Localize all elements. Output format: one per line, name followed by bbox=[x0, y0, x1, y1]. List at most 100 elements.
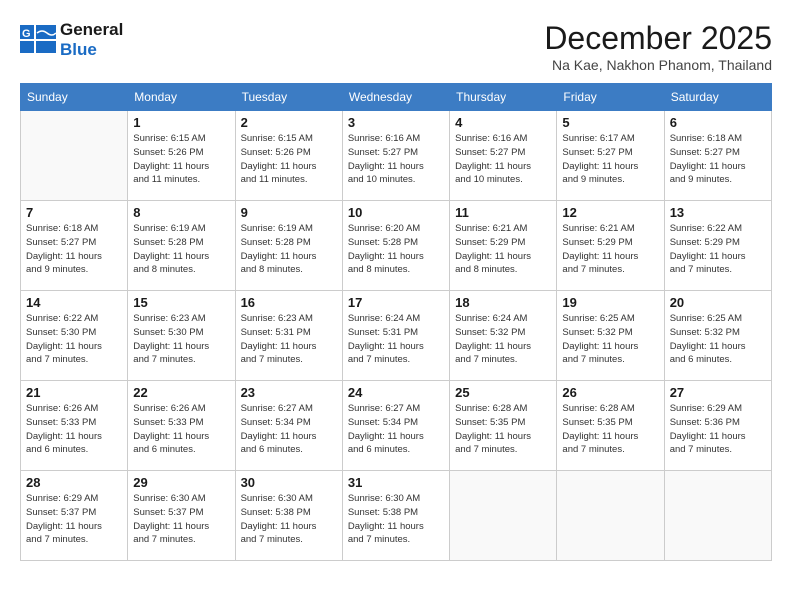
calendar-week-row: 7 Sunrise: 6:18 AMSunset: 5:27 PMDaylight… bbox=[21, 201, 772, 291]
calendar-cell: 26Sunrise: 6:28 AMSunset: 5:35 PMDayligh… bbox=[557, 381, 664, 471]
logo-general: General bbox=[60, 20, 123, 40]
col-wednesday: Wednesday bbox=[342, 84, 449, 111]
calendar-cell bbox=[450, 471, 557, 561]
calendar-cell: 19 Sunrise: 6:25 AMSunset: 5:32 PMDayligh… bbox=[557, 291, 664, 381]
day-number: 17 bbox=[348, 295, 444, 310]
calendar-cell: 24 Sunrise: 6:27 AMSunset: 5:34 PMDayligh… bbox=[342, 381, 449, 471]
col-thursday: Thursday bbox=[450, 84, 557, 111]
day-number: 2 bbox=[241, 115, 337, 130]
col-saturday: Saturday bbox=[664, 84, 771, 111]
day-info: Sunrise: 6:16 AMSunset: 5:27 PMDaylight:… bbox=[455, 132, 551, 187]
calendar-table: Sunday Monday Tuesday Wednesday Thursday… bbox=[20, 83, 772, 561]
day-number: 29 bbox=[133, 475, 229, 490]
day-info: Sunrise: 6:23 AMSunset: 5:31 PMDaylight:… bbox=[241, 312, 337, 367]
calendar-week-row: 1 Sunrise: 6:15 AMSunset: 5:26 PMDaylight… bbox=[21, 111, 772, 201]
day-number: 1 bbox=[133, 115, 229, 130]
col-monday: Monday bbox=[128, 84, 235, 111]
col-sunday: Sunday bbox=[21, 84, 128, 111]
day-info: Sunrise: 6:27 AMSunset: 5:34 PMDaylight:… bbox=[348, 402, 444, 457]
day-info: Sunrise: 6:22 AMSunset: 5:30 PMDaylight:… bbox=[26, 312, 122, 367]
day-number: 25 bbox=[455, 385, 551, 400]
day-info: Sunrise: 6:27 AMSunset: 5:34 PMDaylight:… bbox=[241, 402, 337, 457]
day-number: 16 bbox=[241, 295, 337, 310]
day-number: 18 bbox=[455, 295, 551, 310]
day-number: 23 bbox=[241, 385, 337, 400]
calendar-cell: 1 Sunrise: 6:15 AMSunset: 5:26 PMDaylight… bbox=[128, 111, 235, 201]
calendar-cell: 21 Sunrise: 6:26 AMSunset: 5:33 PMDayligh… bbox=[21, 381, 128, 471]
day-info: Sunrise: 6:16 AMSunset: 5:27 PMDaylight:… bbox=[348, 132, 444, 187]
day-number: 15 bbox=[133, 295, 229, 310]
calendar-cell bbox=[557, 471, 664, 561]
calendar-header-row: Sunday Monday Tuesday Wednesday Thursday… bbox=[21, 84, 772, 111]
day-info: Sunrise: 6:18 AMSunset: 5:27 PMDaylight:… bbox=[26, 222, 122, 277]
day-number: 7 bbox=[26, 205, 122, 220]
calendar-cell: 22Sunrise: 6:26 AMSunset: 5:33 PMDayligh… bbox=[128, 381, 235, 471]
calendar-cell: 9Sunrise: 6:19 AMSunset: 5:28 PMDaylight… bbox=[235, 201, 342, 291]
day-number: 12 bbox=[562, 205, 658, 220]
calendar-cell: 11Sunrise: 6:21 AMSunset: 5:29 PMDayligh… bbox=[450, 201, 557, 291]
day-number: 5 bbox=[562, 115, 658, 130]
day-number: 9 bbox=[241, 205, 337, 220]
day-info: Sunrise: 6:21 AMSunset: 5:29 PMDaylight:… bbox=[562, 222, 658, 277]
day-number: 10 bbox=[348, 205, 444, 220]
day-info: Sunrise: 6:26 AMSunset: 5:33 PMDaylight:… bbox=[26, 402, 122, 457]
calendar-cell: 2Sunrise: 6:15 AMSunset: 5:26 PMDaylight… bbox=[235, 111, 342, 201]
logo-blue: Blue bbox=[60, 40, 123, 60]
calendar-week-row: 28Sunrise: 6:29 AMSunset: 5:37 PMDayligh… bbox=[21, 471, 772, 561]
calendar-cell: 25Sunrise: 6:28 AMSunset: 5:35 PMDayligh… bbox=[450, 381, 557, 471]
day-number: 11 bbox=[455, 205, 551, 220]
day-info: Sunrise: 6:26 AMSunset: 5:33 PMDaylight:… bbox=[133, 402, 229, 457]
day-info: Sunrise: 6:15 AMSunset: 5:26 PMDaylight:… bbox=[133, 132, 229, 187]
location: Na Kae, Nakhon Phanom, Thailand bbox=[544, 57, 772, 73]
day-info: Sunrise: 6:19 AMSunset: 5:28 PMDaylight:… bbox=[133, 222, 229, 277]
page-header: G General Blue December 2025 Na Kae, Nak… bbox=[20, 20, 772, 73]
day-number: 19 bbox=[562, 295, 658, 310]
calendar-cell bbox=[21, 111, 128, 201]
calendar-week-row: 21 Sunrise: 6:26 AMSunset: 5:33 PMDayligh… bbox=[21, 381, 772, 471]
day-number: 21 bbox=[26, 385, 122, 400]
calendar-cell: 15Sunrise: 6:23 AMSunset: 5:30 PMDayligh… bbox=[128, 291, 235, 381]
day-info: Sunrise: 6:30 AMSunset: 5:37 PMDaylight:… bbox=[133, 492, 229, 547]
calendar-cell: 14 Sunrise: 6:22 AMSunset: 5:30 PMDayligh… bbox=[21, 291, 128, 381]
calendar-cell: 10 Sunrise: 6:20 AMSunset: 5:28 PMDayligh… bbox=[342, 201, 449, 291]
day-info: Sunrise: 6:22 AMSunset: 5:29 PMDaylight:… bbox=[670, 222, 766, 277]
day-info: Sunrise: 6:24 AMSunset: 5:32 PMDaylight:… bbox=[455, 312, 551, 367]
calendar-week-row: 14 Sunrise: 6:22 AMSunset: 5:30 PMDayligh… bbox=[21, 291, 772, 381]
month-title: December 2025 bbox=[544, 20, 772, 57]
day-number: 13 bbox=[670, 205, 766, 220]
day-number: 30 bbox=[241, 475, 337, 490]
day-info: Sunrise: 6:24 AMSunset: 5:31 PMDaylight:… bbox=[348, 312, 444, 367]
day-number: 14 bbox=[26, 295, 122, 310]
day-number: 20 bbox=[670, 295, 766, 310]
calendar-cell: 30 Sunrise: 6:30 AMSunset: 5:38 PMDayligh… bbox=[235, 471, 342, 561]
day-info: Sunrise: 6:20 AMSunset: 5:28 PMDaylight:… bbox=[348, 222, 444, 277]
calendar-cell: 31Sunrise: 6:30 AMSunset: 5:38 PMDayligh… bbox=[342, 471, 449, 561]
calendar-cell: 6Sunrise: 6:18 AMSunset: 5:27 PMDaylight… bbox=[664, 111, 771, 201]
calendar-cell: 20Sunrise: 6:25 AMSunset: 5:32 PMDayligh… bbox=[664, 291, 771, 381]
calendar-cell: 3Sunrise: 6:16 AMSunset: 5:27 PMDaylight… bbox=[342, 111, 449, 201]
calendar-cell bbox=[664, 471, 771, 561]
day-info: Sunrise: 6:30 AMSunset: 5:38 PMDaylight:… bbox=[241, 492, 337, 547]
day-info: Sunrise: 6:25 AMSunset: 5:32 PMDaylight:… bbox=[562, 312, 658, 367]
calendar-cell: 5 Sunrise: 6:17 AMSunset: 5:27 PMDaylight… bbox=[557, 111, 664, 201]
day-number: 24 bbox=[348, 385, 444, 400]
calendar-cell: 13 Sunrise: 6:22 AMSunset: 5:29 PMDayligh… bbox=[664, 201, 771, 291]
day-info: Sunrise: 6:30 AMSunset: 5:38 PMDaylight:… bbox=[348, 492, 444, 547]
svg-text:G: G bbox=[22, 28, 31, 40]
title-block: December 2025 Na Kae, Nakhon Phanom, Tha… bbox=[544, 20, 772, 73]
col-tuesday: Tuesday bbox=[235, 84, 342, 111]
day-info: Sunrise: 6:17 AMSunset: 5:27 PMDaylight:… bbox=[562, 132, 658, 187]
logo-icon: G bbox=[20, 25, 56, 55]
day-number: 26 bbox=[562, 385, 658, 400]
calendar-cell: 4Sunrise: 6:16 AMSunset: 5:27 PMDaylight… bbox=[450, 111, 557, 201]
day-info: Sunrise: 6:29 AMSunset: 5:36 PMDaylight:… bbox=[670, 402, 766, 457]
calendar-cell: 12 Sunrise: 6:21 AMSunset: 5:29 PMDayligh… bbox=[557, 201, 664, 291]
day-number: 27 bbox=[670, 385, 766, 400]
calendar-cell: 23 Sunrise: 6:27 AMSunset: 5:34 PMDayligh… bbox=[235, 381, 342, 471]
calendar-cell: 18 Sunrise: 6:24 AMSunset: 5:32 PMDayligh… bbox=[450, 291, 557, 381]
calendar-cell: 29 Sunrise: 6:30 AMSunset: 5:37 PMDayligh… bbox=[128, 471, 235, 561]
day-info: Sunrise: 6:29 AMSunset: 5:37 PMDaylight:… bbox=[26, 492, 122, 547]
logo: G General Blue bbox=[20, 20, 123, 61]
calendar-cell: 16 Sunrise: 6:23 AMSunset: 5:31 PMDayligh… bbox=[235, 291, 342, 381]
day-info: Sunrise: 6:18 AMSunset: 5:27 PMDaylight:… bbox=[670, 132, 766, 187]
